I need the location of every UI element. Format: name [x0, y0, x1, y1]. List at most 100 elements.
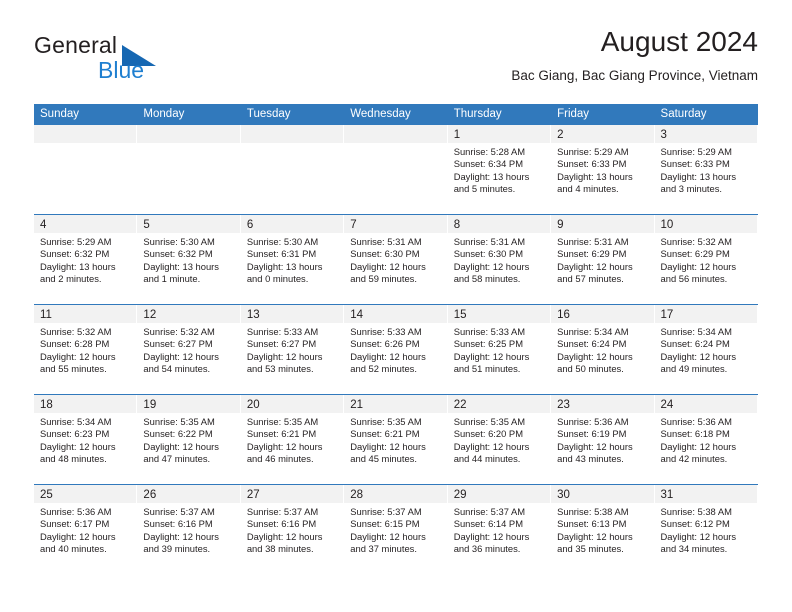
daylight-text-line1: Daylight: 13 hours: [557, 170, 633, 182]
calendar-day-cell[interactable]: 17 Sunrise: 5:34 AM Sunset: 6:24 PM Dayligh…: [654, 305, 758, 394]
day-sun-info: Sunrise: 5:28 AM Sunset: 6:34 PM Daylight:…: [448, 143, 550, 195]
daylight-text-line1: Daylight: 12 hours: [143, 350, 219, 362]
calendar-day-cell[interactable]: 1 Sunrise: 5:28 AM Sunset: 6:34 PM Daylight…: [447, 125, 552, 214]
sunset-text: Sunset: 6:22 PM: [143, 428, 213, 440]
page-header: General Blue August 2024 Bac Giang, Bac …: [34, 26, 758, 94]
general-blue-logo[interactable]: General Blue: [34, 32, 254, 92]
calendar-day-cell[interactable]: 10 Sunrise: 5:32 AM Sunset: 6:29 PM Dayligh…: [654, 215, 758, 304]
calendar-day-cell[interactable]: 6 Sunrise: 5:30 AM Sunset: 6:31 PM Daylight…: [240, 215, 345, 304]
sunrise-text: Sunrise: 5:30 AM: [143, 236, 215, 247]
sunset-text: Sunset: 6:34 PM: [453, 158, 523, 170]
day-sun-info: Sunrise: 5:36 AM Sunset: 6:17 PM Daylight:…: [34, 503, 136, 555]
day-number-band: 26: [137, 485, 240, 503]
daylight-text-line2: and 5 minutes.: [453, 182, 516, 194]
calendar-day-cell[interactable]: 29 Sunrise: 5:37 AM Sunset: 6:14 PM Dayligh…: [447, 485, 552, 574]
weekday-header-tuesday: Tuesday: [246, 108, 291, 120]
sunrise-text: Sunrise: 5:29 AM: [40, 236, 112, 247]
daylight-text-line1: Daylight: 12 hours: [350, 350, 426, 362]
sunrise-text: Sunrise: 5:31 AM: [350, 236, 422, 247]
calendar-day-cell[interactable]: 28 Sunrise: 5:37 AM Sunset: 6:15 PM Dayligh…: [344, 485, 448, 574]
calendar-page: General Blue August 2024 Bac Giang, Bac …: [0, 0, 792, 612]
day-number: 8: [453, 219, 461, 231]
daylight-text-line2: and 0 minutes.: [246, 272, 309, 284]
calendar-day-cell[interactable]: 4 Sunrise: 5:29 AM Sunset: 6:32 PM Daylight…: [34, 215, 138, 304]
sunrise-text: Sunrise: 5:37 AM: [453, 506, 526, 517]
day-sun-info: Sunrise: 5:33 AM Sunset: 6:25 PM Daylight:…: [448, 323, 550, 375]
sunrise-text: Sunrise: 5:35 AM: [350, 416, 422, 427]
day-number-band: 18: [34, 395, 137, 413]
daylight-text-line1: Daylight: 12 hours: [557, 350, 633, 362]
logo-text-blue: Blue: [98, 57, 145, 83]
daylight-text-line1: Daylight: 12 hours: [143, 440, 219, 452]
calendar-day-cell-empty: [137, 125, 241, 214]
calendar-day-cell[interactable]: 12 Sunrise: 5:32 AM Sunset: 6:27 PM Dayligh…: [137, 305, 241, 394]
calendar-day-cell[interactable]: 21 Sunrise: 5:35 AM Sunset: 6:21 PM Dayligh…: [344, 395, 448, 484]
day-number-band: 10: [654, 215, 757, 233]
calendar-day-cell[interactable]: 7 Sunrise: 5:31 AM Sunset: 6:30 PM Daylight…: [344, 215, 448, 304]
calendar-day-cell[interactable]: 16 Sunrise: 5:34 AM Sunset: 6:24 PM Dayligh…: [551, 305, 655, 394]
calendar-day-cell[interactable]: 24 Sunrise: 5:36 AM Sunset: 6:18 PM Dayligh…: [654, 395, 758, 484]
daylight-text-line2: and 44 minutes.: [453, 452, 521, 464]
calendar-day-cell[interactable]: 23 Sunrise: 5:36 AM Sunset: 6:19 PM Dayligh…: [551, 395, 655, 484]
sunrise-text: Sunrise: 5:36 AM: [557, 416, 629, 427]
sunset-text: Sunset: 6:16 PM: [143, 518, 213, 530]
calendar-day-cell[interactable]: 27 Sunrise: 5:37 AM Sunset: 6:16 PM Dayligh…: [240, 485, 345, 574]
calendar-day-cell[interactable]: 8 Sunrise: 5:31 AM Sunset: 6:30 PM Daylight…: [447, 215, 552, 304]
calendar-day-cell[interactable]: 31 Sunrise: 5:38 AM Sunset: 6:12 PM Dayligh…: [654, 485, 758, 574]
sunset-text: Sunset: 6:18 PM: [660, 428, 730, 440]
calendar-day-cell[interactable]: 15 Sunrise: 5:33 AM Sunset: 6:25 PM Dayligh…: [447, 305, 552, 394]
calendar-day-cell[interactable]: 25 Sunrise: 5:36 AM Sunset: 6:17 PM Dayligh…: [34, 485, 138, 574]
day-number-band: 13: [240, 305, 344, 323]
calendar-day-cell[interactable]: 13 Sunrise: 5:33 AM Sunset: 6:27 PM Dayligh…: [240, 305, 345, 394]
day-sun-info: Sunrise: 5:35 AM Sunset: 6:21 PM Daylight:…: [344, 413, 446, 465]
sunrise-text: Sunrise: 5:29 AM: [557, 146, 629, 157]
sunrise-text: Sunrise: 5:33 AM: [246, 326, 319, 337]
calendar-day-cell[interactable]: 9 Sunrise: 5:31 AM Sunset: 6:29 PM Daylight…: [551, 215, 655, 304]
sunrise-text: Sunrise: 5:38 AM: [660, 506, 732, 517]
day-sun-info: Sunrise: 5:37 AM Sunset: 6:15 PM Daylight:…: [344, 503, 446, 555]
sunrise-text: Sunrise: 5:33 AM: [350, 326, 422, 337]
day-number-band: 5: [137, 215, 240, 233]
calendar-day-cell[interactable]: 22 Sunrise: 5:35 AM Sunset: 6:20 PM Dayligh…: [447, 395, 552, 484]
day-number-band: [240, 125, 344, 143]
calendar-day-cell[interactable]: 3 Sunrise: 5:29 AM Sunset: 6:33 PM Daylight…: [654, 125, 758, 214]
sunset-text: Sunset: 6:21 PM: [350, 428, 420, 440]
daylight-text-line1: Daylight: 12 hours: [453, 440, 530, 452]
calendar-day-cell[interactable]: 18 Sunrise: 5:34 AM Sunset: 6:23 PM Dayligh…: [34, 395, 138, 484]
calendar-day-cell[interactable]: 26 Sunrise: 5:37 AM Sunset: 6:16 PM Dayligh…: [137, 485, 241, 574]
day-number: 10: [660, 219, 674, 231]
calendar-day-cell[interactable]: 30 Sunrise: 5:38 AM Sunset: 6:13 PM Dayligh…: [551, 485, 655, 574]
calendar-day-cell[interactable]: 5 Sunrise: 5:30 AM Sunset: 6:32 PM Daylight…: [137, 215, 241, 304]
day-sun-info: Sunrise: 5:35 AM Sunset: 6:22 PM Daylight:…: [137, 413, 239, 465]
day-number: 9: [557, 219, 564, 231]
calendar-day-cell[interactable]: 2 Sunrise: 5:29 AM Sunset: 6:33 PM Daylight…: [551, 125, 655, 214]
daylight-text-line2: and 59 minutes.: [350, 272, 417, 284]
day-number-band: [34, 125, 137, 143]
sunset-text: Sunset: 6:29 PM: [660, 248, 730, 260]
daylight-text-line1: Daylight: 12 hours: [660, 350, 737, 362]
daylight-text-line1: Daylight: 12 hours: [246, 350, 323, 362]
daylight-text-line1: Daylight: 12 hours: [246, 530, 323, 542]
daylight-text-line2: and 40 minutes.: [40, 542, 107, 554]
sunrise-text: Sunrise: 5:31 AM: [453, 236, 526, 247]
sunrise-text: Sunrise: 5:34 AM: [557, 326, 629, 337]
daylight-text-line1: Daylight: 12 hours: [557, 440, 633, 452]
daylight-text-line1: Daylight: 12 hours: [660, 260, 737, 272]
daylight-text-line2: and 35 minutes.: [557, 542, 624, 554]
sunrise-text: Sunrise: 5:29 AM: [660, 146, 732, 157]
calendar-day-cell[interactable]: 20 Sunrise: 5:35 AM Sunset: 6:21 PM Dayligh…: [240, 395, 345, 484]
day-number-band: [344, 125, 447, 143]
calendar-day-cell[interactable]: 14 Sunrise: 5:33 AM Sunset: 6:26 PM Dayligh…: [344, 305, 448, 394]
daylight-text-line2: and 2 minutes.: [40, 272, 102, 284]
daylight-text-line2: and 1 minute.: [143, 272, 201, 284]
calendar-day-cell[interactable]: 11 Sunrise: 5:32 AM Sunset: 6:28 PM Dayligh…: [34, 305, 138, 394]
day-sun-info: Sunrise: 5:32 AM Sunset: 6:28 PM Daylight:…: [34, 323, 136, 375]
calendar-day-cell[interactable]: 19 Sunrise: 5:35 AM Sunset: 6:22 PM Dayligh…: [137, 395, 241, 484]
day-sun-info: Sunrise: 5:34 AM Sunset: 6:24 PM Daylight:…: [655, 323, 757, 375]
day-number-band: 7: [344, 215, 447, 233]
day-number: 22: [453, 399, 467, 411]
calendar-week-row: 11 Sunrise: 5:32 AM Sunset: 6:28 PM Dayligh…: [34, 304, 758, 394]
day-number-band: 19: [137, 395, 240, 413]
daylight-text-line1: Daylight: 12 hours: [143, 530, 219, 542]
day-number: 1: [453, 129, 461, 141]
